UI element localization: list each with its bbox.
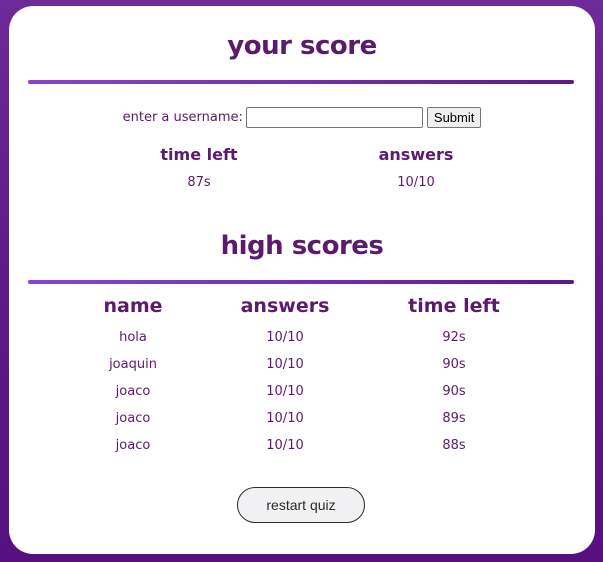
row-answers: 10/10 [266,438,304,453]
row-answers: 10/10 [266,330,304,345]
time-left-value: 87s [187,175,211,190]
submit-button[interactable]: Submit [426,107,482,128]
row-time-left: 90s [442,357,466,372]
column-header-name: name [103,295,163,317]
restart-quiz-button[interactable]: restart quiz [237,487,365,523]
username-input[interactable] [245,107,423,128]
row-name: joaco [115,438,151,453]
high-scores-divider [28,280,574,284]
score-divider [28,80,574,84]
row-time-left: 89s [442,411,466,426]
row-name: joaco [115,384,151,399]
username-label: enter a username: [122,110,243,125]
row-answers: 10/10 [266,384,304,399]
row-answers: 10/10 [266,357,304,372]
username-form: enter a username: Submit [9,107,595,128]
row-time-left: 92s [442,330,466,345]
time-left-header: time left [160,145,238,164]
row-name: joaquin [109,357,157,372]
high-scores-title: high scores [220,231,384,261]
your-score-title: your score [227,31,377,61]
column-header-answers: answers [240,295,330,317]
answers-value: 10/10 [397,175,435,190]
row-time-left: 90s [442,384,466,399]
row-name: hola [119,330,147,345]
score-card: your score enter a username: Submit time… [9,6,595,554]
row-name: joaco [115,411,151,426]
row-answers: 10/10 [266,411,304,426]
answers-header: answers [378,145,454,164]
column-header-time-left: time left [408,295,500,317]
row-time-left: 88s [442,438,466,453]
